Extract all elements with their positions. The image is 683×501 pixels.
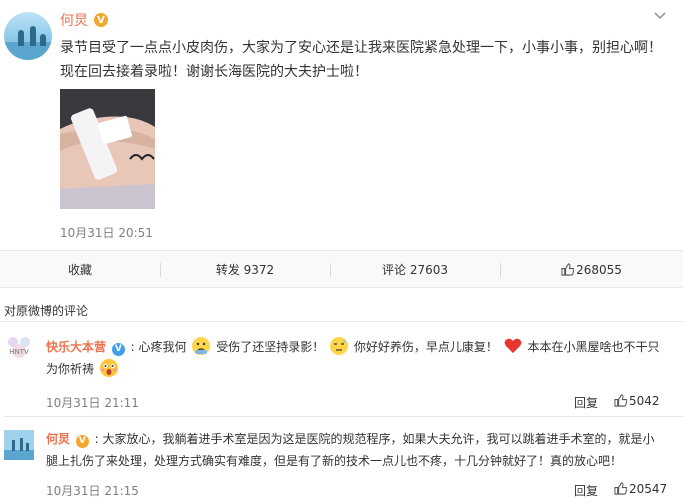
post-photo[interactable]	[60, 89, 155, 209]
comment-timestamp: 10月31日 21:15	[46, 484, 139, 498]
author-name[interactable]: 何炅	[60, 10, 88, 30]
reply-button[interactable]: 回复	[574, 394, 598, 411]
shocked-face-emoji-icon	[99, 359, 118, 377]
author-avatar[interactable]	[4, 12, 52, 60]
thumb-up-icon	[614, 394, 627, 407]
commenter-name[interactable]: 快乐大本营	[46, 340, 106, 354]
comment-like-button[interactable]: 20547	[614, 482, 667, 496]
divider	[0, 321, 683, 322]
favorite-button[interactable]: 收藏	[0, 251, 160, 289]
comment-timestamp: 10月31日 21:11	[46, 396, 139, 410]
comment-text-part: : 大家放心，我躺着进手术室是因为这是医院的规范程序，如果大夫允许，我可以跳着进…	[46, 432, 655, 468]
comment-button[interactable]: 评论 27603	[330, 251, 500, 289]
repost-label: 转发 9372	[215, 263, 275, 277]
heart-emoji-icon	[504, 338, 522, 353]
comment-text: 何炅 V : 大家放心，我躺着进手术室是因为这是医院的规范程序，如果大夫允许，我…	[46, 428, 666, 472]
commenter-avatar[interactable]: HNTV	[4, 332, 34, 362]
comment-like-count: 20547	[629, 482, 668, 496]
favorite-label: 收藏	[67, 263, 92, 277]
divider	[4, 416, 683, 417]
verified-badge-icon: V	[111, 342, 125, 356]
reply-button[interactable]: 回复	[574, 482, 598, 499]
like-button[interactable]: 268055	[500, 251, 683, 289]
commenter-name[interactable]: 何炅	[46, 432, 70, 446]
repost-button[interactable]: 转发 9372	[160, 251, 330, 289]
comment-like-count: 5042	[629, 394, 660, 408]
comment-label: 评论 27603	[382, 263, 448, 277]
thumb-up-icon	[561, 263, 575, 276]
post-timestamp[interactable]: 10月31日 20:51	[60, 224, 153, 241]
comment-text-part: 你好好养伤，早点儿康复！	[353, 340, 498, 354]
post-action-bar: 收藏 转发 9372 评论 27603 268055	[0, 250, 683, 288]
chevron-down-icon[interactable]	[653, 8, 667, 22]
sad-face-emoji-icon	[192, 337, 211, 355]
comment-like-button[interactable]: 5042	[614, 394, 660, 408]
commenter-avatar[interactable]	[4, 430, 34, 460]
like-count: 268055	[576, 263, 622, 277]
verified-badge-icon: V	[75, 434, 89, 448]
comment-text-part: : 心疼我何	[130, 340, 187, 354]
svg-text:HNTV: HNTV	[9, 348, 29, 356]
comment-text-part: 受伤了还坚持录影！	[216, 340, 325, 354]
comment-text: 快乐大本营 V : 心疼我何 受伤了还坚持录影！ 你好好养伤，早点儿康复！ 本本…	[46, 336, 666, 380]
author-row: 何炅 V	[60, 10, 108, 30]
weibo-post: 何炅 V 录节目受了一点点小皮肉伤，大家为了安心还是让我来医院紧急处理一下，小事…	[0, 0, 683, 250]
sweat-face-emoji-icon	[330, 337, 349, 355]
post-text: 录节目受了一点点小皮肉伤，大家为了安心还是让我来医院紧急处理一下，小事小事，别担…	[60, 40, 662, 80]
thumb-up-icon	[614, 482, 627, 495]
comments-section-title: 对原微博的评论	[4, 304, 89, 318]
verified-badge-icon: V	[94, 13, 108, 27]
